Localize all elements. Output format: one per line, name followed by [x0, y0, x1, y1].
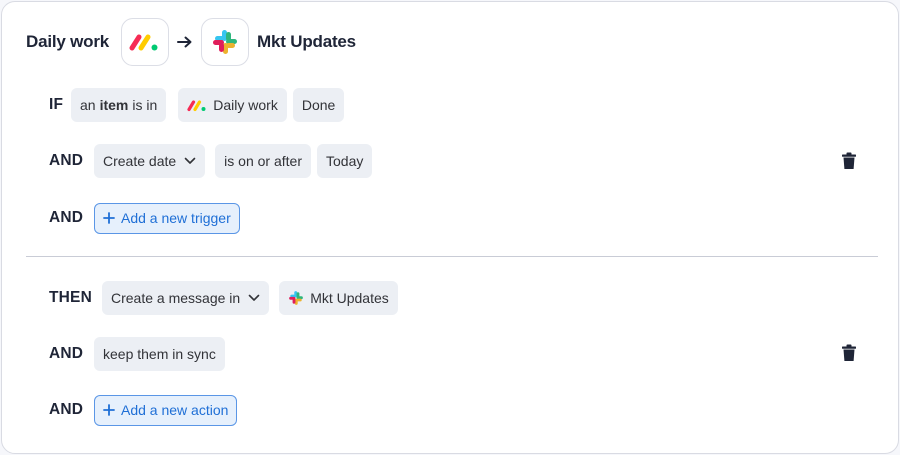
channel-chip[interactable]: Mkt Updates: [279, 281, 398, 315]
and-keyword: AND: [49, 152, 84, 169]
recipe-header: Daily work Mkt Updates: [26, 18, 356, 66]
action-and-add-row: AND Add a new action: [49, 393, 238, 427]
plus-icon: [103, 404, 115, 416]
add-action-label: Add a new action: [121, 402, 229, 418]
and-keyword: AND: [49, 345, 84, 362]
condition-bold-text: item: [99, 97, 129, 113]
date-operator-chip[interactable]: is on or after: [215, 144, 311, 178]
integration-recipe-card: Daily work Mkt Updates IF an item is in …: [1, 1, 899, 454]
action-type-label: Create a message in: [111, 290, 241, 306]
item-condition-chip[interactable]: an item is in: [71, 88, 167, 122]
action-then-row: THEN Create a message in Mkt Updates: [49, 281, 404, 315]
then-keyword: THEN: [49, 289, 92, 306]
trigger-and-date-row: AND Create date is on or after Today: [49, 144, 378, 178]
date-field-label: Create date: [103, 153, 177, 169]
slack-logo-icon: [213, 30, 238, 54]
add-trigger-label: Add a new trigger: [121, 210, 231, 226]
sync-option-chip[interactable]: keep them in sync: [94, 337, 225, 371]
arrow-right-icon: [169, 35, 201, 49]
monday-app-tile: [121, 18, 170, 66]
chevron-down-icon: [248, 294, 260, 302]
trigger-if-row: IF an item is in Daily work Done: [49, 88, 350, 122]
date-field-dropdown[interactable]: Create date: [94, 144, 206, 178]
source-board-title: Daily work: [26, 32, 110, 51]
trash-icon: [842, 152, 856, 169]
target-channel-title: Mkt Updates: [257, 32, 356, 51]
slack-logo-icon: [288, 290, 304, 306]
slack-app-tile: [201, 18, 250, 66]
and-keyword: AND: [49, 401, 84, 418]
board-chip[interactable]: Daily work: [178, 88, 287, 122]
date-value-chip[interactable]: Today: [317, 144, 373, 178]
channel-name: Mkt Updates: [310, 290, 389, 306]
and-keyword: AND: [49, 209, 84, 226]
delete-action-condition-button[interactable]: [840, 343, 858, 363]
trigger-and-add-row: AND Add a new trigger: [49, 201, 240, 235]
delete-trigger-condition-button[interactable]: [840, 151, 858, 171]
monday-logo-icon: [187, 99, 207, 112]
condition-post-text: is in: [132, 97, 158, 113]
section-divider: [26, 256, 878, 257]
condition-pre-text: an: [80, 97, 96, 113]
trash-icon: [842, 344, 856, 361]
if-keyword: IF: [49, 96, 64, 113]
board-name: Daily work: [213, 97, 278, 113]
action-and-sync-row: AND keep them in sync: [49, 337, 231, 371]
add-trigger-button[interactable]: Add a new trigger: [94, 202, 240, 234]
add-action-button[interactable]: Add a new action: [94, 394, 238, 426]
plus-icon: [103, 212, 115, 224]
action-type-dropdown[interactable]: Create a message in: [102, 281, 270, 315]
monday-logo-icon: [129, 34, 158, 51]
chevron-down-icon: [184, 157, 196, 165]
group-chip[interactable]: Done: [292, 88, 345, 122]
